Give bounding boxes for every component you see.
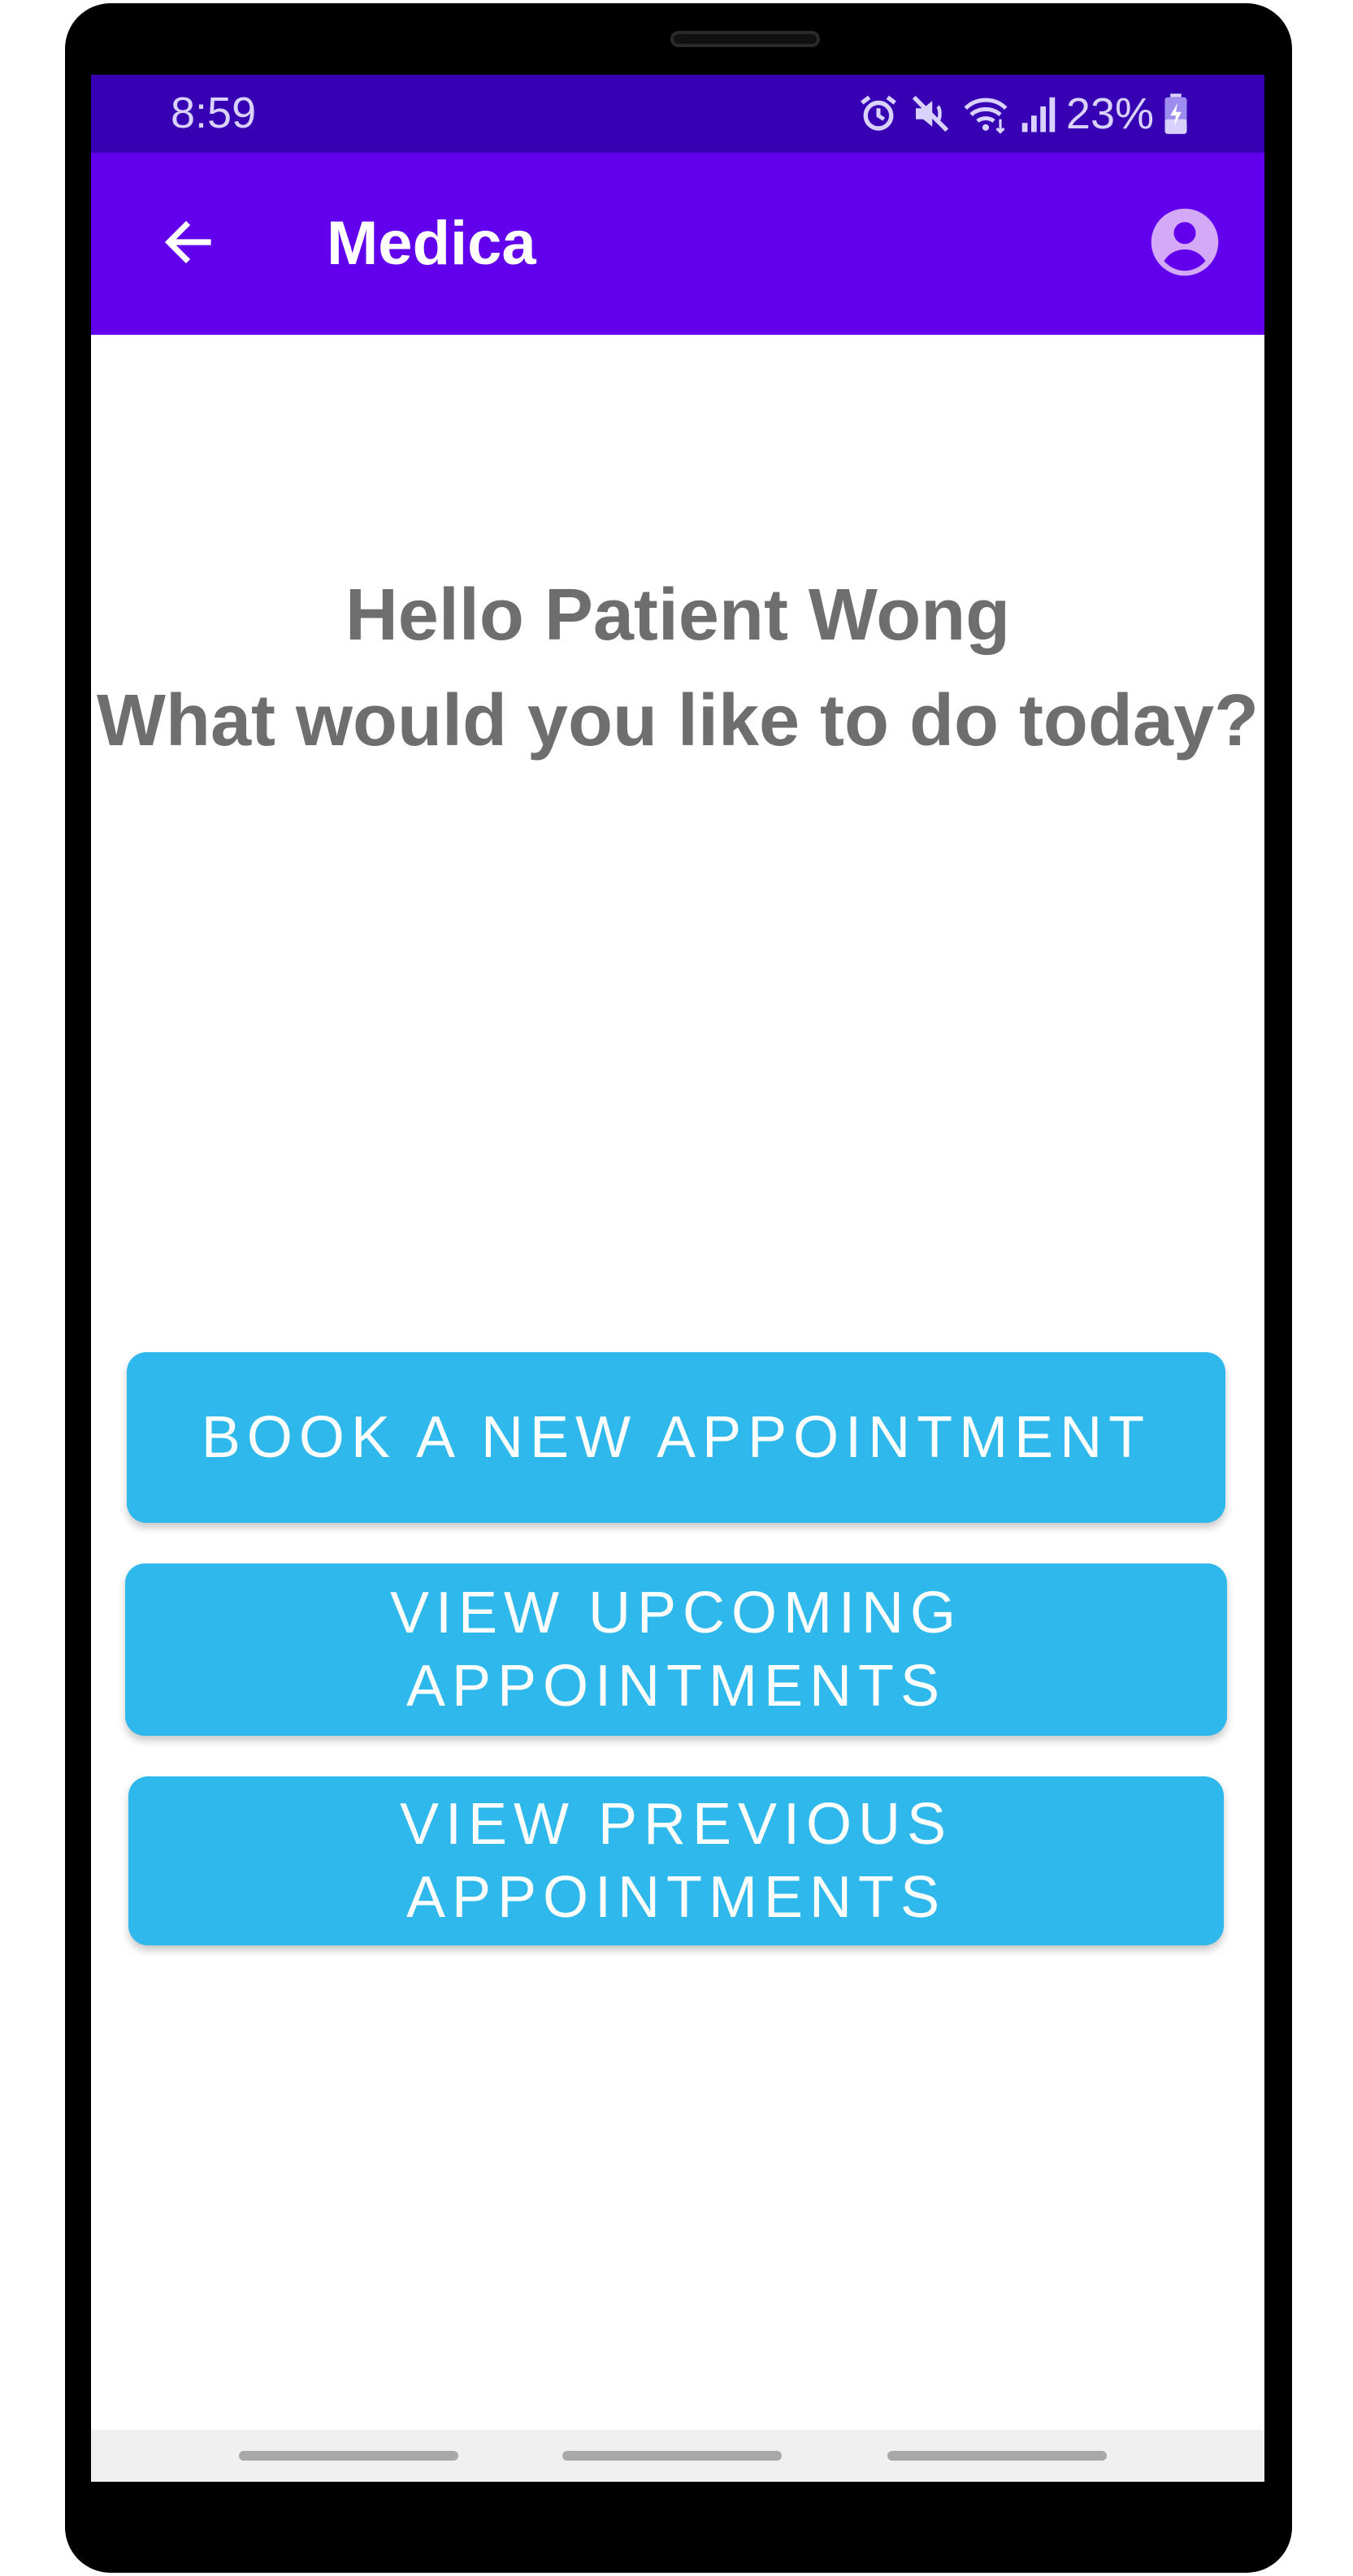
earpiece-speaker bbox=[670, 31, 820, 47]
mute-icon bbox=[909, 92, 952, 136]
nav-handle-right[interactable] bbox=[887, 2451, 1107, 2461]
greeting-line-question: What would you like to do today? bbox=[97, 680, 1259, 761]
status-time: 8:59 bbox=[171, 89, 257, 137]
wifi-icon bbox=[961, 92, 1011, 136]
battery-charging-icon bbox=[1162, 92, 1190, 136]
view-upcoming-appointments-button[interactable]: VIEW UPCOMING APPOINTMENTS bbox=[125, 1563, 1227, 1736]
battery-percent: 23% bbox=[1065, 89, 1154, 138]
app-title: Medica bbox=[327, 209, 536, 278]
signal-icon bbox=[1019, 92, 1058, 136]
account-circle-icon bbox=[1148, 206, 1221, 283]
status-bar: 8:59 23% bbox=[91, 75, 1264, 153]
view-previous-appointments-button[interactable]: VIEW PREVIOUS APPOINTMENTS bbox=[128, 1776, 1224, 1945]
account-button[interactable] bbox=[1144, 203, 1225, 284]
greeting-line-hello: Hello Patient Wong bbox=[345, 575, 1011, 656]
arrow-back-icon bbox=[159, 213, 218, 275]
app-screen: 8:59 23% Medica Hello Patient Wong What … bbox=[91, 75, 1264, 2482]
greeting-text: Hello Patient Wong What would you like t… bbox=[91, 562, 1264, 774]
back-button[interactable] bbox=[150, 205, 228, 283]
app-bar: Medica bbox=[91, 153, 1264, 335]
status-icons: 23% bbox=[856, 88, 1190, 140]
nav-handle-left[interactable] bbox=[239, 2451, 458, 2461]
gesture-nav-bar bbox=[91, 2430, 1264, 2482]
book-appointment-button[interactable]: BOOK A NEW APPOINTMENT bbox=[127, 1352, 1225, 1523]
nav-handle-center[interactable] bbox=[562, 2451, 782, 2461]
alarm-icon bbox=[856, 92, 900, 136]
